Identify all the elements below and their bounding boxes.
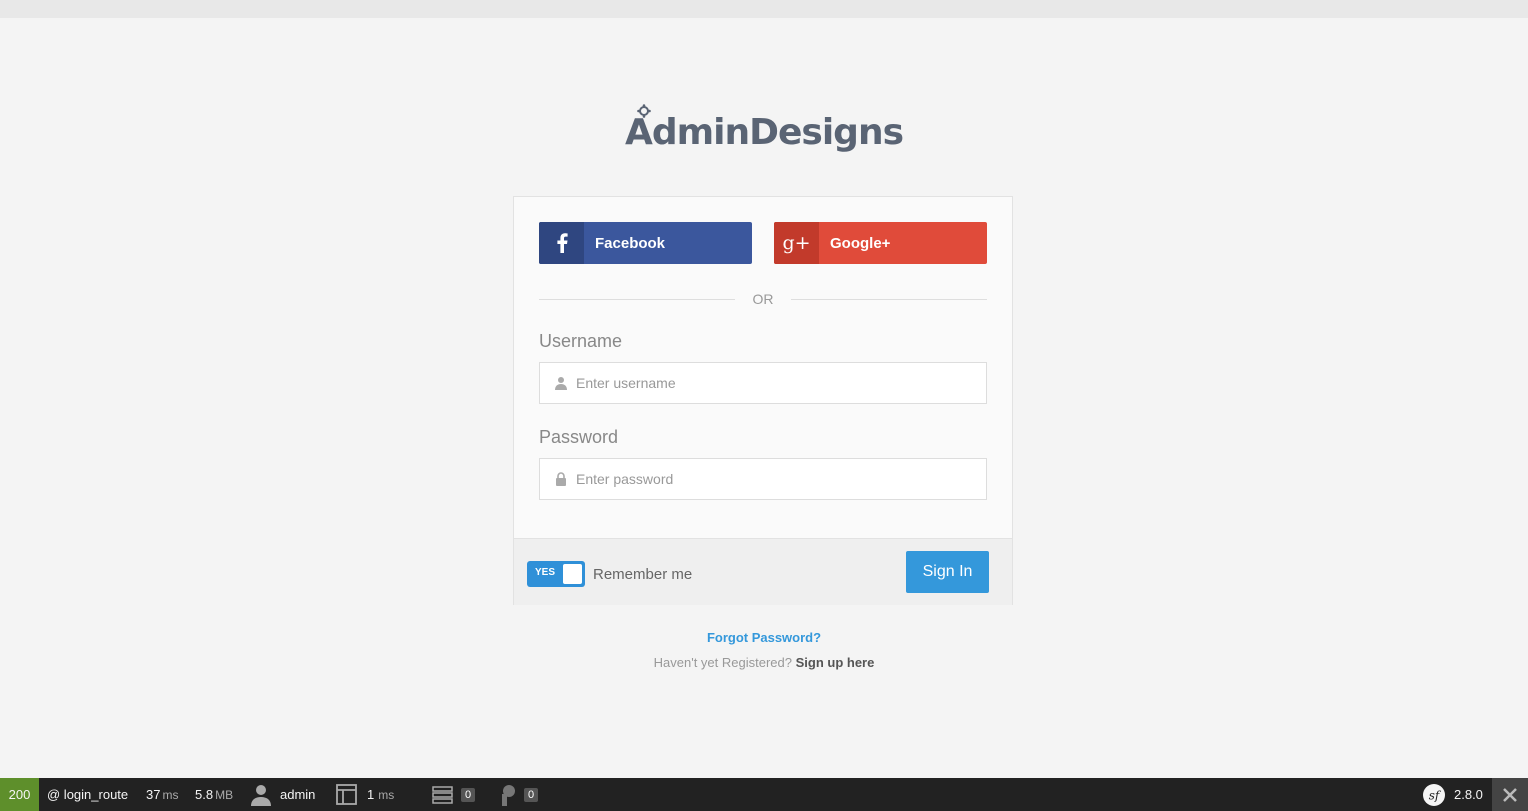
googleplus-icon: g+ <box>774 222 819 264</box>
database-item[interactable]: 0 <box>432 778 476 811</box>
user-name: admin <box>280 787 316 802</box>
password-input[interactable] <box>576 459 976 499</box>
time-item[interactable]: 37 ms <box>146 778 178 811</box>
person-icon <box>251 784 271 806</box>
database-icon <box>432 785 453 804</box>
user-item[interactable]: admin <box>251 778 315 811</box>
toggle-knob <box>563 564 582 584</box>
user-icon <box>555 377 567 390</box>
or-divider: OR <box>539 291 987 307</box>
or-text: OR <box>752 291 774 307</box>
events-count: 0 <box>524 787 539 802</box>
memory-item[interactable]: 5.8 MB <box>195 778 233 811</box>
status-code: 200 <box>8 787 31 802</box>
sign-up-link[interactable]: Sign up here <box>796 655 875 670</box>
symfony-version: 2.8.0 <box>1454 787 1483 802</box>
symfony-logo-icon: sf <box>1423 783 1445 806</box>
panel-footer: YES Remember me Sign In <box>514 538 1012 605</box>
twig-item[interactable]: 1 ms <box>336 778 394 811</box>
username-input[interactable] <box>576 363 976 403</box>
googleplus-label: Google+ <box>830 234 891 252</box>
facebook-label: Facebook <box>595 234 666 252</box>
remember-me-label[interactable]: Remember me <box>593 566 692 583</box>
symfony-version-item[interactable]: sf 2.8.0 <box>1423 778 1483 811</box>
username-field-wrapper <box>539 362 987 404</box>
events-icon <box>502 784 515 806</box>
googleplus-button[interactable]: g+ Google+ <box>774 222 987 264</box>
toggle-label: YES <box>535 567 556 578</box>
route-item[interactable]: @ login_route <box>47 778 128 811</box>
login-panel: Facebook g+ Google+ OR Username Password… <box>513 196 1013 605</box>
memory-value: 5.8 <box>195 787 214 802</box>
browser-top-bar <box>0 0 1528 18</box>
toolbar-close-button[interactable] <box>1492 778 1528 811</box>
logo-text: dminDesigns <box>651 112 904 153</box>
debug-toolbar: 200 @ login_route 37 ms 5.8 MB admin 1 m… <box>0 778 1528 811</box>
logo: A dminDesigns <box>0 104 1528 153</box>
database-count: 0 <box>461 787 476 802</box>
signup-line: Haven't yet Registered? Sign up here <box>0 655 1528 670</box>
sign-in-button[interactable]: Sign In <box>906 551 989 593</box>
logo-first-letter: A <box>624 112 653 153</box>
time-unit: ms <box>162 787 179 802</box>
events-item[interactable]: 0 <box>499 778 539 811</box>
forgot-password-link[interactable]: Forgot Password? <box>0 630 1528 645</box>
remember-toggle[interactable]: YES <box>527 561 585 587</box>
facebook-icon <box>539 222 584 264</box>
close-icon <box>1503 787 1517 802</box>
template-icon <box>336 784 357 805</box>
facebook-button[interactable]: Facebook <box>539 222 752 264</box>
route-name: @ login_route <box>47 787 129 802</box>
password-label: Password <box>539 427 619 447</box>
twig-time: 1 <box>367 787 375 802</box>
twig-unit: ms <box>378 787 395 802</box>
lock-icon <box>556 472 566 486</box>
username-label: Username <box>539 331 623 351</box>
memory-unit: MB <box>215 787 234 802</box>
time-value: 37 <box>146 787 161 802</box>
gear-icon <box>637 104 651 118</box>
not-registered-text: Haven't yet Registered? <box>653 655 792 670</box>
password-field-wrapper <box>539 458 987 500</box>
status-code-badge[interactable]: 200 <box>0 778 39 811</box>
logo-mark: A <box>624 104 653 153</box>
